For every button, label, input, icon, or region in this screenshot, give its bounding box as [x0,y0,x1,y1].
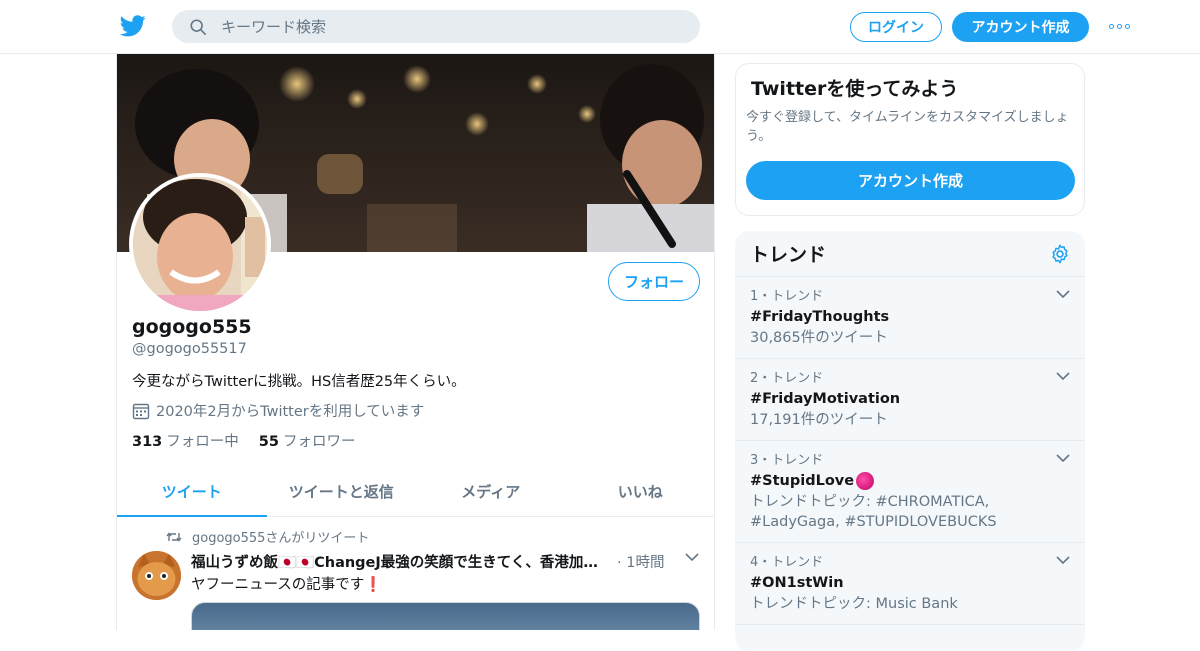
chevron-down-icon[interactable] [685,552,699,562]
signup-promo-card: Twitterを使ってみよう 今すぐ登録して、タイムラインをカスタマイズしましょ… [735,63,1085,216]
profile-display-name: gogogo555 [132,316,252,338]
top-navigation-bar: ログイン アカウント作成 [0,0,1200,54]
profile-avatar[interactable] [129,173,271,315]
trend-tag[interactable]: #FridayThoughts [750,306,1070,328]
gear-icon[interactable] [1049,243,1071,265]
tweet-media-card[interactable] [191,602,700,630]
tweet-author-avatar[interactable] [132,551,181,600]
profile-tabs: ツイート ツイートと返信 メディア いいね [117,466,715,517]
avatar-photo [133,177,267,311]
chevron-down-icon[interactable] [1056,289,1070,299]
trend-item[interactable]: 1・トレンド #FridayThoughts 30,865件のツイート [735,277,1085,359]
trend-tag[interactable]: #StupidLove [750,470,1070,492]
tab-tweets[interactable]: ツイート [117,466,267,517]
trend-meta: 3・トレンド [750,453,824,468]
search-bar[interactable] [172,10,700,43]
promo-signup-button[interactable]: アカウント作成 [746,161,1075,200]
trend-tag[interactable]: #FridayMotivation [750,388,1070,410]
chevron-down-icon[interactable] [1056,453,1070,463]
trend-tag[interactable]: #ON1stWin [750,572,1070,594]
chevron-down-icon[interactable] [1056,555,1070,565]
profile-bio: 今更ながらTwitterに挑戦。HS信者歴25年くらい。 [132,374,466,390]
trend-topics: トレンドトピック: #CHROMATICA, #LadyGaga, #STUPI… [750,494,997,530]
promo-title: Twitterを使ってみよう [751,78,959,100]
profile-join-date: 2020年2月からTwitterを利用しています [132,400,424,421]
trend-count: 30,865件のツイート [750,330,888,346]
calendar-icon [132,403,150,419]
more-options-icon[interactable] [1106,18,1132,34]
cat-photo [132,551,181,600]
trend-item[interactable]: 3・トレンド #StupidLove トレンドトピック: #CHROMATICA… [735,441,1085,543]
search-input[interactable] [221,17,661,36]
tweet-text: ヤフーニュースの記事です❗ [191,577,383,593]
tweet-author-name[interactable]: 福山うずめ飯🇯🇵🇯🇵ChangeJ最強の笑顔で生きてく、香港加油🇭🇰 [191,551,611,572]
tab-tweets-and-replies[interactable]: ツイートと返信 [267,466,417,516]
trend-meta: 4・トレンド [750,555,824,570]
login-button[interactable]: ログイン [850,12,942,42]
profile-timeline-column: フォロー gogogo555 @gogogo55517 今更ながらTwitter… [116,54,715,630]
followers-count-link[interactable]: 55 フォロワー [259,430,356,451]
chevron-down-icon[interactable] [1056,371,1070,381]
trends-title: トレンド [750,244,827,266]
profile-handle: @gogogo55517 [132,341,247,357]
retweet-indicator: gogogo555さんがリツイート [166,527,369,546]
retweet-icon [166,531,182,542]
twitter-bird-logo-icon[interactable] [120,14,146,38]
heart-emoji-icon [856,472,875,490]
follow-counts: 313 フォロー中 55 フォロワー [132,430,355,451]
trend-topics: トレンドトピック: Music Bank [750,596,958,612]
tweet-header: 福山うずめ飯🇯🇵🇯🇵ChangeJ最強の笑顔で生きてく、香港加油🇭🇰 · 1時間 [191,551,671,572]
signup-button[interactable]: アカウント作成 [952,12,1089,42]
retweet-by-text[interactable]: gogogo555さんがリツイート [192,527,369,546]
tab-likes[interactable]: いいね [566,466,715,516]
following-count-link[interactable]: 313 フォロー中 [132,430,239,451]
tab-media[interactable]: メディア [416,466,566,516]
search-icon [190,18,207,35]
trends-header: トレンド [735,231,1085,277]
trend-meta: 2・トレンド [750,371,824,386]
trend-meta: 1・トレンド [750,289,824,304]
tweet-timestamp[interactable]: · 1時間 [617,551,664,572]
follow-button[interactable]: フォロー [608,262,700,301]
promo-text: 今すぐ登録して、タイムラインをカスタマイズしましょう。 [746,110,1069,144]
trend-item[interactable]: 2・トレンド #FridayMotivation 17,191件のツイート [735,359,1085,441]
trend-item[interactable]: 4・トレンド #ON1stWin トレンドトピック: Music Bank [735,543,1085,625]
trend-count: 17,191件のツイート [750,412,888,428]
trends-panel: トレンド 1・トレンド #FridayThoughts 30,865件のツイート… [735,231,1085,651]
join-date-text: 2020年2月からTwitterを利用しています [156,404,425,420]
